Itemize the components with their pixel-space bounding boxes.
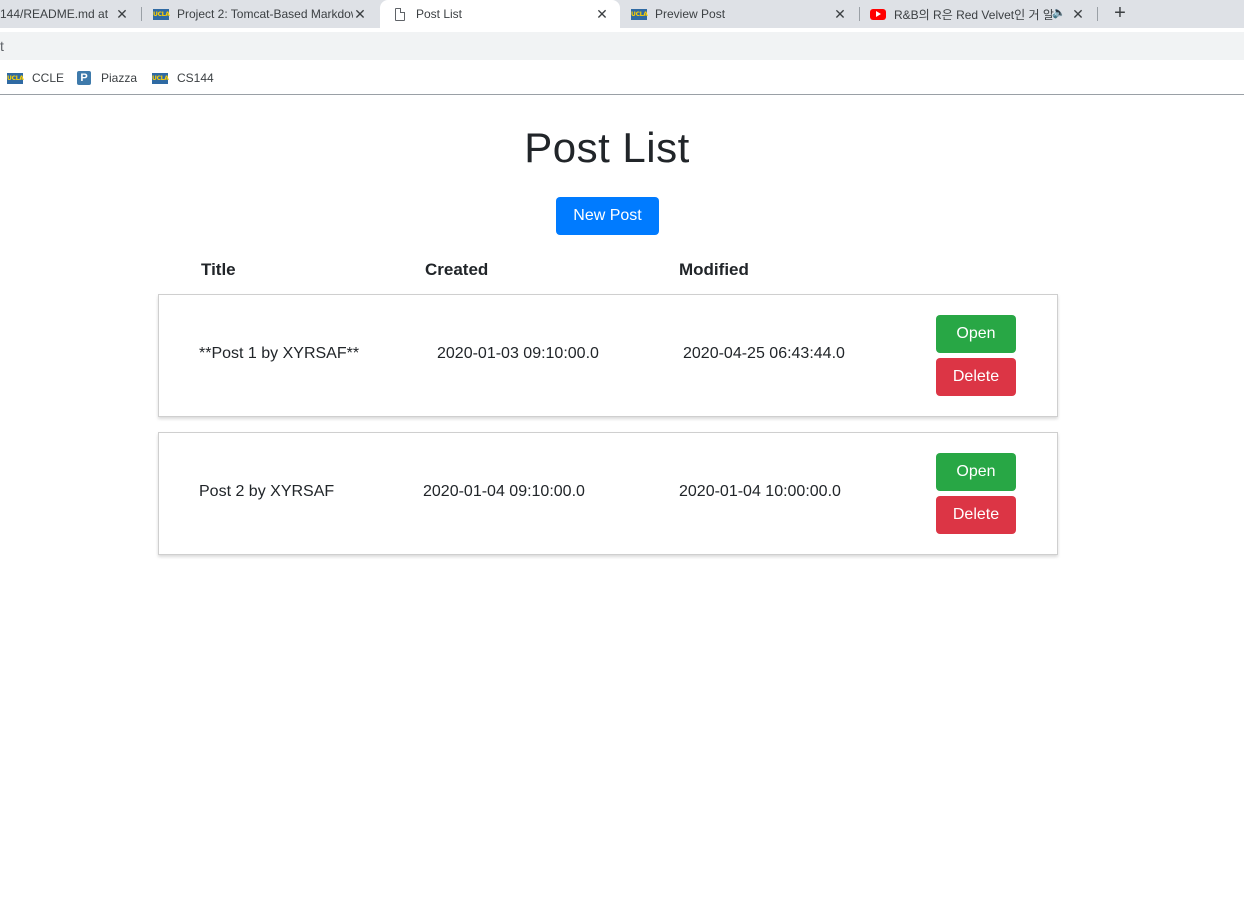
tab-strip: 144/README.md at ✕ UCLA Project 2: Tomca… bbox=[0, 0, 1244, 28]
speaker-icon[interactable]: 🔈 bbox=[1052, 6, 1066, 19]
post-card: Post 2 by XYRSAF 2020-01-04 09:10:00.0 2… bbox=[158, 432, 1058, 555]
column-header-modified: Modified bbox=[679, 260, 749, 279]
bookmark-piazza[interactable]: P Piazza bbox=[77, 70, 137, 86]
tab-title: Preview Post bbox=[655, 7, 726, 21]
close-icon[interactable]: ✕ bbox=[350, 4, 370, 24]
ucla-icon: UCLA bbox=[152, 72, 169, 84]
tab-youtube[interactable]: R&B의 R은 Red Velvet인 거 알 🔈 ✕ bbox=[860, 0, 1096, 28]
delete-button[interactable]: Delete bbox=[936, 358, 1016, 396]
tab-title: Project 2: Tomcat-Based Markdown bbox=[177, 7, 353, 21]
post-title: Post 2 by XYRSAF bbox=[199, 483, 335, 500]
bookmark-label: Piazza bbox=[101, 71, 138, 85]
tab-preview-post[interactable]: UCLA Preview Post ✕ bbox=[622, 0, 858, 28]
ucla-icon: UCLA bbox=[153, 8, 170, 20]
post-created: 2020-01-03 09:10:00.0 bbox=[437, 345, 599, 362]
page-title: Post List bbox=[524, 124, 690, 171]
ucla-icon: UCLA bbox=[631, 8, 648, 20]
close-icon[interactable]: ✕ bbox=[112, 4, 132, 24]
open-button[interactable]: Open bbox=[936, 453, 1016, 491]
omnibox-input[interactable]: t bbox=[0, 32, 1244, 60]
post-created: 2020-01-04 09:10:00.0 bbox=[423, 483, 585, 500]
delete-button[interactable]: Delete bbox=[936, 496, 1016, 534]
tab-post-list[interactable]: Post List ✕ bbox=[380, 0, 620, 28]
close-icon[interactable]: ✕ bbox=[1068, 4, 1088, 24]
tab-title: Post List bbox=[416, 7, 463, 21]
column-header-title: Title bbox=[201, 260, 236, 279]
bookmarks-bar: UCLA CCLE P Piazza UCLA CS144 bbox=[0, 62, 1244, 95]
post-title: **Post 1 by XYRSAF** bbox=[199, 345, 360, 362]
bookmark-label: CCLE bbox=[32, 71, 65, 85]
new-post-button[interactable]: New Post bbox=[556, 197, 659, 235]
bookmark-cs144[interactable]: UCLA CS144 bbox=[152, 70, 214, 86]
bookmark-label: CS144 bbox=[177, 71, 214, 85]
post-modified: 2020-01-04 10:00:00.0 bbox=[679, 483, 841, 500]
new-tab-button[interactable]: + bbox=[1108, 0, 1132, 28]
close-icon[interactable]: ✕ bbox=[830, 4, 850, 24]
bookmark-ccle[interactable]: UCLA CCLE bbox=[7, 70, 64, 86]
post-card: **Post 1 by XYRSAF** 2020-01-03 09:10:00… bbox=[158, 294, 1058, 417]
ucla-icon: UCLA bbox=[7, 72, 24, 84]
column-header-created: Created bbox=[425, 260, 489, 279]
open-button[interactable]: Open bbox=[936, 315, 1016, 353]
tab-project2[interactable]: UCLA Project 2: Tomcat-Based Markdown ✕ bbox=[142, 0, 378, 28]
document-icon bbox=[392, 6, 408, 22]
tab-readme[interactable]: 144/README.md at ✕ bbox=[0, 0, 140, 28]
close-icon[interactable]: ✕ bbox=[592, 4, 612, 24]
address-bar: t bbox=[0, 28, 1244, 62]
youtube-icon bbox=[870, 6, 886, 22]
post-modified: 2020-04-25 06:43:44.0 bbox=[683, 345, 845, 362]
tab-title: R&B의 R은 Red Velvet인 거 알 bbox=[894, 7, 1054, 22]
tab-separator bbox=[1097, 7, 1098, 21]
piazza-icon: P bbox=[77, 71, 91, 85]
